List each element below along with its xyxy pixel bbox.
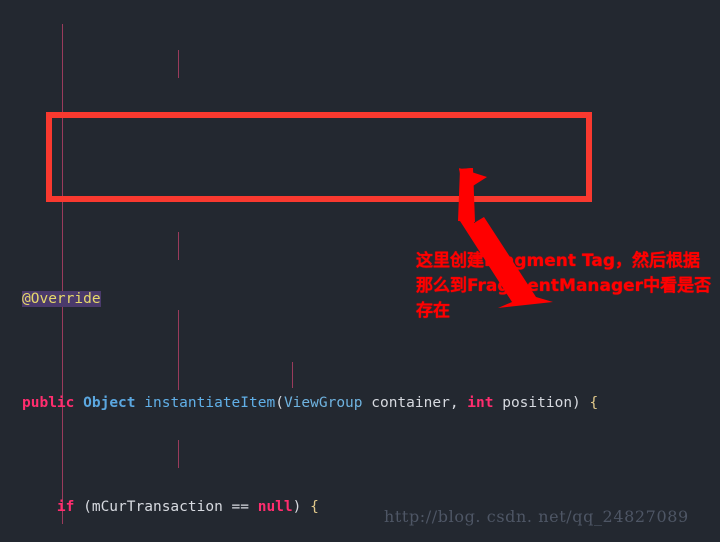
indent-guide-level1 [62,24,63,524]
blog-url-watermark: http://blog. csdn. net/qq_24827089 [384,507,689,526]
annotation-line-2: 那么到FragmentManager中看是否 [416,276,712,296]
annotation-line-3: 存在 [416,301,450,321]
code-line-2[interactable]: public Object instantiateItem(ViewGroup … [0,390,720,416]
indent-guide-level3-a [292,362,293,388]
code-screenshot: @Override public Object instantiateItem(… [0,0,720,542]
override-annotation: @Override [22,291,101,307]
indent-guide-level2-a [178,50,179,78]
indent-guide-level2-c [178,310,179,390]
annotation-line-1: 这里创建Fragment Tag，然后根据 [416,251,700,271]
indent-guide-level2-d [178,440,179,468]
chinese-annotation: 这里创建Fragment Tag，然后根据 那么到FragmentManager中… [416,249,711,324]
indent-guide-level2-b [178,232,179,260]
